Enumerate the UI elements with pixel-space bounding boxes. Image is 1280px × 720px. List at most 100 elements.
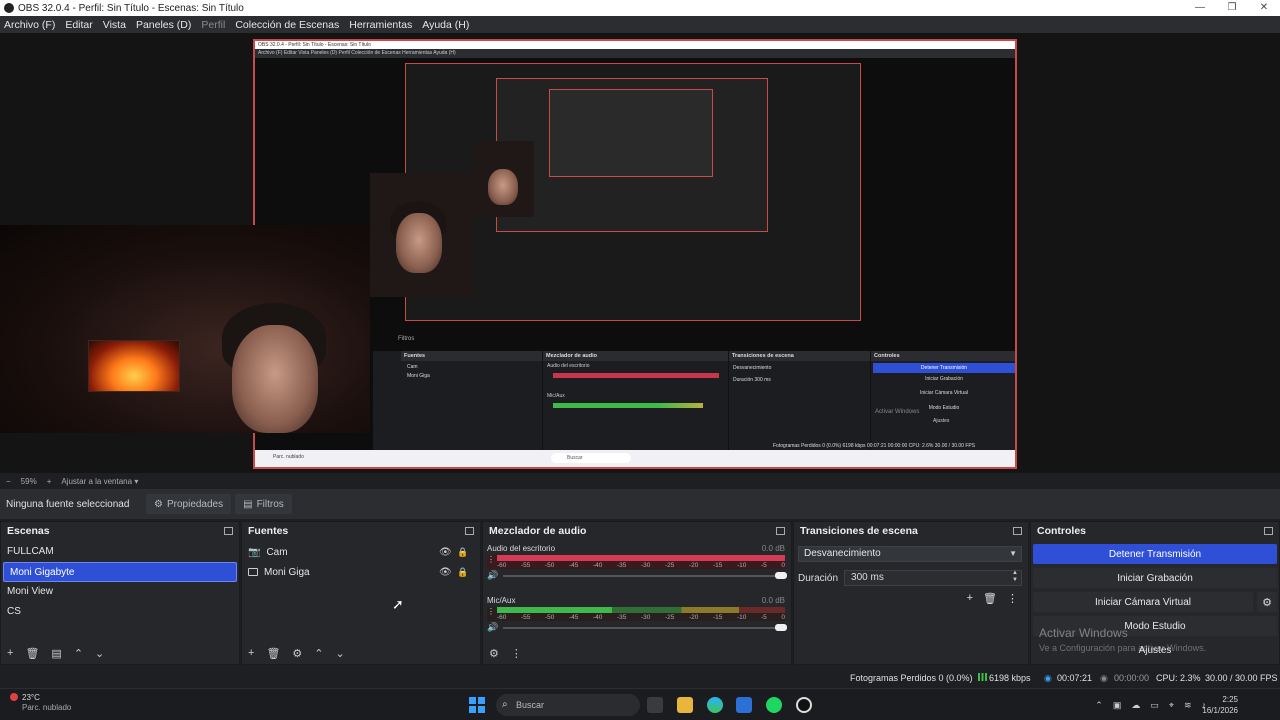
more-vertical-icon[interactable]: ⋮ xyxy=(511,647,522,660)
edge-browser-icon[interactable] xyxy=(707,697,723,713)
eye-icon[interactable]: 👁 xyxy=(439,567,452,578)
channel-name: Audio del escritorio xyxy=(487,544,556,553)
slider-handle[interactable] xyxy=(775,572,787,579)
close-icon[interactable]: ✕ xyxy=(1248,0,1280,16)
chevron-down-icon[interactable]: ⌄ xyxy=(95,647,104,660)
menu-vista[interactable]: Vista xyxy=(103,19,126,31)
preview-area[interactable]: OBS 32.0.4 - Perfil: Sin Título - Escena… xyxy=(0,33,1280,473)
weather-alert-icon xyxy=(10,693,18,701)
lock-icon[interactable]: 🔒 xyxy=(457,547,468,558)
minimize-icon[interactable]: — xyxy=(1184,0,1216,16)
wifi-icon[interactable]: ≋ xyxy=(1184,700,1192,711)
file-explorer-icon[interactable] xyxy=(677,697,693,713)
menu-ayuda[interactable]: Ayuda (H) xyxy=(422,19,469,31)
webcam-echo-2 xyxy=(474,141,534,217)
add-icon[interactable]: + xyxy=(7,647,13,659)
zoom-out-button[interactable]: − xyxy=(6,477,11,486)
volume-slider[interactable]: 🔊 xyxy=(487,570,787,581)
chevron-up-icon[interactable]: ⌃ xyxy=(314,647,323,660)
lock-icon[interactable]: 🔒 xyxy=(457,567,468,578)
volume-slider[interactable]: 🔊 xyxy=(487,622,787,633)
tray-app-icon[interactable]: ▣ xyxy=(1113,700,1122,711)
gear-icon[interactable]: ⚙ xyxy=(292,647,302,660)
add-icon[interactable]: + xyxy=(967,592,973,605)
chevron-down-icon[interactable]: ⌄ xyxy=(336,647,345,660)
gear-icon[interactable]: ⚙ xyxy=(489,647,499,660)
stream-icon: ◉ xyxy=(1044,673,1052,683)
store-icon[interactable] xyxy=(736,697,752,713)
person-face xyxy=(232,325,318,433)
slider-handle[interactable] xyxy=(775,624,787,631)
menu-editar[interactable]: Editar xyxy=(65,19,92,31)
duration-input[interactable]: 300 ms ▲ ▼ xyxy=(844,570,1022,586)
undock-icon[interactable] xyxy=(776,527,785,535)
more-vertical-icon[interactable]: ⋮ xyxy=(487,607,495,616)
menu-herramientas[interactable]: Herramientas xyxy=(349,19,412,31)
menu-paneles[interactable]: Paneles (D) xyxy=(136,19,191,31)
undock-icon[interactable] xyxy=(465,527,474,535)
windows-taskbar: 23°C Parc. nublado ⌕ Buscar ⌃ ▣ ☁ ▭ ⌖ ≋ … xyxy=(0,688,1280,720)
volume-icon[interactable]: 🔊 xyxy=(487,622,498,633)
scene-item-moni-gigabyte[interactable]: Moni Gigabyte xyxy=(3,562,237,582)
taskbar-search[interactable]: ⌕ Buscar xyxy=(496,694,640,716)
volume-icon[interactable]: 🔊 xyxy=(487,570,498,581)
stream-time: 00:07:21 xyxy=(1057,673,1093,683)
canvas-recursive-preview-3 xyxy=(549,89,713,177)
meter-ticks: -60 -55 -50 -45 -40 -35 -30 -25 -20 -15 -10 -5 0 xyxy=(497,562,785,569)
eye-icon[interactable]: 👁 xyxy=(439,547,452,558)
zoom-value: 59% xyxy=(20,476,37,486)
menu-bar: Archivo (F) Editar Vista Paneles (D) Per… xyxy=(0,16,1280,33)
maximize-icon[interactable]: ❐ xyxy=(1216,0,1248,16)
obs-app-icon[interactable] xyxy=(796,697,812,713)
spotify-icon[interactable] xyxy=(766,697,782,713)
filter-icon[interactable]: ▤ xyxy=(51,647,61,660)
mouse-device-icon[interactable]: ⌖ xyxy=(1169,700,1174,711)
add-icon[interactable]: + xyxy=(248,647,254,659)
start-virtual-camera-button[interactable]: Iniciar Cámara Virtual xyxy=(1033,592,1253,612)
more-vertical-icon[interactable]: ⋮ xyxy=(1007,592,1018,605)
menu-archivo[interactable]: Archivo (F) xyxy=(4,19,55,31)
transition-select[interactable]: Desvanecimiento ▼ xyxy=(798,546,1022,562)
spinner-icon[interactable]: ▲ ▼ xyxy=(1012,570,1018,584)
menu-coleccion-escenas[interactable]: Colección de Escenas xyxy=(235,19,339,31)
scenes-toolbar: + 🗑 ▤ ⌃ ⌄ xyxy=(1,642,239,664)
menu-perfil[interactable]: Perfil xyxy=(201,19,225,31)
source-item-moni-giga[interactable]: Moni Giga 👁 🔒 xyxy=(242,562,480,582)
undock-icon[interactable] xyxy=(1013,527,1022,535)
task-view-icon[interactable] xyxy=(647,697,663,713)
chevron-up-icon[interactable]: ⌃ xyxy=(1095,700,1103,711)
undock-icon[interactable] xyxy=(224,527,233,535)
system-clock[interactable]: 2:25 16/1/2026 xyxy=(1202,694,1238,716)
weather-widget[interactable]: 23°C Parc. nublado xyxy=(10,693,71,713)
network-icon[interactable]: ▭ xyxy=(1150,700,1159,711)
fit-to-window-dropdown[interactable]: Ajustar a la ventana ▾ xyxy=(61,477,138,486)
canvas-filters-label: Filtros xyxy=(398,336,415,342)
windows-start-icon[interactable] xyxy=(469,697,485,713)
meter-ticks: -60 -55 -50 -45 -40 -35 -30 -25 -20 -15 -10 -5 0 xyxy=(497,614,785,621)
zoom-in-button[interactable]: + xyxy=(47,477,52,486)
controls-title: Controles xyxy=(1037,525,1087,537)
undock-icon[interactable] xyxy=(1264,527,1273,535)
chevron-down-icon: ▼ xyxy=(1009,549,1017,558)
start-recording-button[interactable]: Iniciar Grabación xyxy=(1033,568,1277,588)
trash-icon[interactable]: 🗑 xyxy=(25,647,39,660)
trash-icon[interactable]: 🗑 xyxy=(983,592,997,605)
source-item-cam[interactable]: 📷 Cam 👁 🔒 xyxy=(242,542,480,562)
virtual-camera-settings-icon[interactable]: ⚙ xyxy=(1257,592,1277,612)
canvas-mini-meter-desktop xyxy=(553,373,719,378)
trash-icon[interactable]: 🗑 xyxy=(266,647,280,660)
record-icon: ◉ xyxy=(1100,673,1108,683)
scene-item-cs[interactable]: CS xyxy=(1,602,239,622)
canvas-mini-status: Fotogramas Perdidos 0 (0.0%) 6198 kbps 0… xyxy=(773,443,976,449)
scene-item-moni-view[interactable]: Moni View xyxy=(1,582,239,602)
chevron-up-icon[interactable]: ⌃ xyxy=(74,647,83,660)
properties-button[interactable]: ⚙ Propiedades xyxy=(146,494,232,514)
cloud-icon[interactable]: ☁ xyxy=(1131,700,1140,711)
activate-windows-subtext: Ve a Configuración para activar Windows. xyxy=(1039,643,1207,653)
filters-button[interactable]: ▤ Filtros xyxy=(235,494,292,514)
stop-stream-button[interactable]: Detener Transmisión xyxy=(1033,544,1277,564)
more-vertical-icon[interactable]: ⋮ xyxy=(487,555,495,564)
canvas-mini-menu: Archivo (F) Editar Vista Paneles (D) Per… xyxy=(255,49,1015,58)
scene-item-fullcam[interactable]: FULLCAM xyxy=(1,542,239,562)
sources-title: Fuentes xyxy=(248,525,289,537)
